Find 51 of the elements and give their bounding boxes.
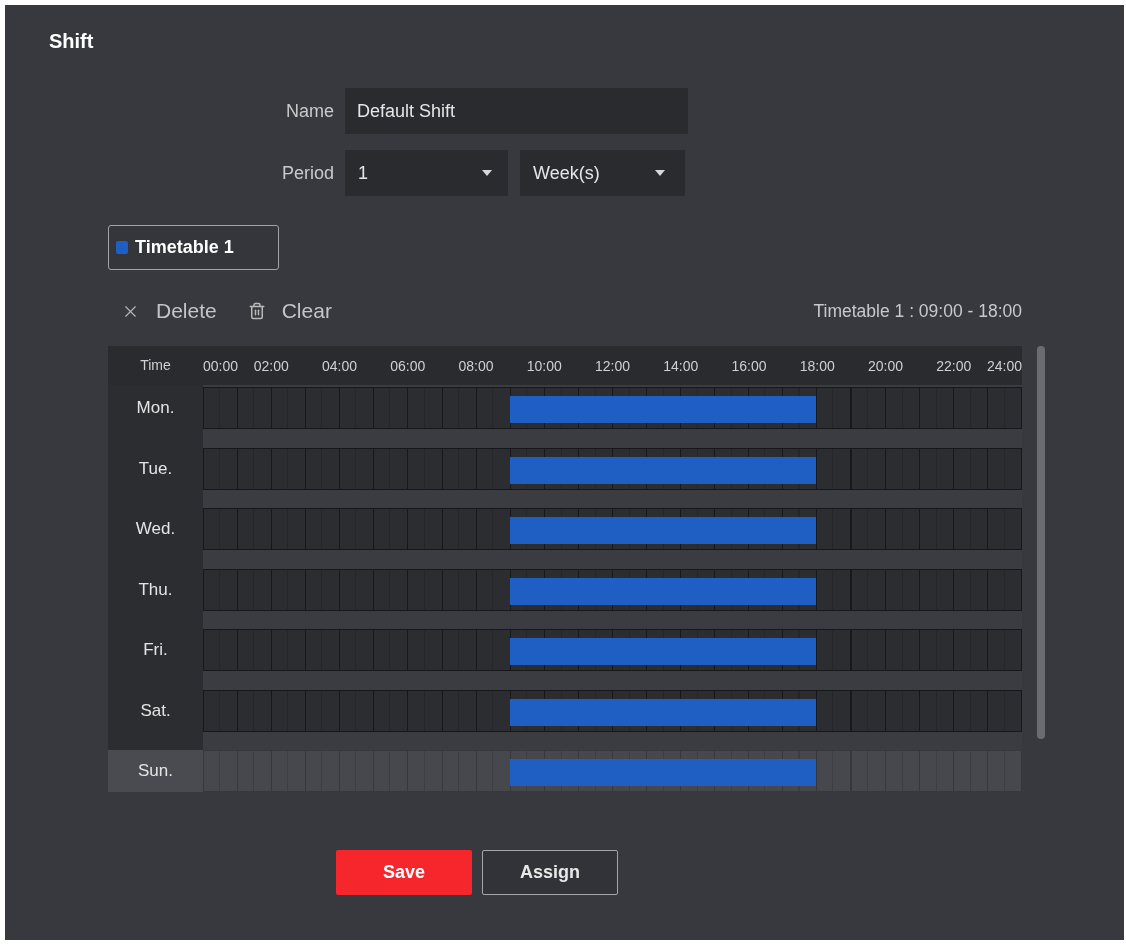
time-tick-label: 02:00 [253, 356, 289, 375]
panel-title: Shift [49, 29, 94, 53]
time-tick-label: 04:00 [321, 356, 357, 375]
period-label: Period [280, 161, 334, 185]
timetable-summary: Timetable 1 : 09:00 - 18:00 [813, 299, 1022, 323]
hour-cell[interactable] [509, 388, 544, 428]
time-tick-label: 24:00 [986, 356, 1022, 375]
name-label: Name [285, 99, 334, 123]
day-label[interactable]: Wed. [108, 508, 203, 550]
save-button[interactable]: Save [336, 850, 472, 895]
hour-cell[interactable] [509, 509, 544, 549]
time-tick-label: 12:00 [595, 356, 630, 375]
day-label[interactable]: Mon. [108, 387, 203, 429]
day-label[interactable]: Tue. [108, 447, 203, 490]
day-label[interactable]: Sat. [108, 689, 203, 732]
hour-cell[interactable] [782, 569, 817, 610]
clear-button[interactable]: Clear [247, 295, 332, 327]
assign-button[interactable]: Assign [482, 850, 618, 895]
period-count-select[interactable]: 1 [345, 150, 508, 196]
hour-cell[interactable] [782, 388, 817, 428]
hour-cell[interactable] [782, 690, 817, 731]
time-tick-label: 16:00 [731, 356, 767, 375]
time-tick-label: 10:00 [526, 356, 562, 375]
day-label[interactable]: Sun. [108, 750, 203, 792]
hour-cell[interactable] [782, 751, 817, 791]
hour-cell[interactable] [509, 630, 544, 670]
delete-button[interactable]: Delete [121, 295, 217, 327]
scrollbar-thumb[interactable] [1037, 346, 1045, 739]
name-field[interactable]: Default Shift [345, 88, 688, 134]
time-tick-label: 08:00 [458, 356, 494, 375]
time-tick-label: 20:00 [868, 356, 903, 375]
hour-cell[interactable] [509, 448, 544, 489]
timetable-tab[interactable]: Timetable 1 [108, 225, 279, 270]
trash-icon [247, 302, 266, 320]
hour-cell[interactable] [509, 690, 544, 731]
time-tick-label: 14:00 [663, 356, 699, 375]
day-label[interactable]: Fri. [108, 629, 203, 671]
hour-cell[interactable] [509, 751, 544, 791]
time-tick-label: 22:00 [936, 356, 972, 375]
hour-cell[interactable] [509, 569, 544, 610]
time-tick-label: 06:00 [390, 356, 426, 375]
hour-cell[interactable] [782, 448, 817, 489]
time-tick-label: 00:00 [203, 356, 239, 375]
hour-cell[interactable] [782, 509, 817, 549]
day-label[interactable]: Thu. [108, 568, 203, 611]
hour-cell[interactable] [782, 630, 817, 670]
period-unit-select[interactable]: Week(s) [520, 150, 685, 196]
time-column-header: Time [139, 356, 172, 375]
caret-icon [482, 170, 492, 176]
caret-icon [655, 170, 665, 176]
time-tick-label: 18:00 [799, 356, 835, 375]
